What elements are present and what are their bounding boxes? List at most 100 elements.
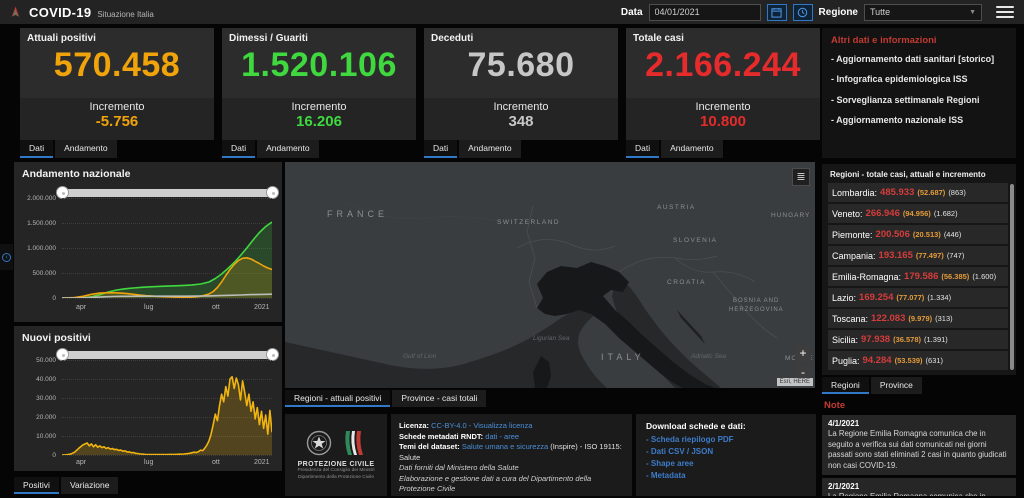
region-name: Sicilia: [832,335,858,345]
card-value: 2.166.244 [626,46,820,85]
y-tick: 1.500.000 [14,220,56,227]
italy-map[interactable]: FRANCE SWITZERLAND AUSTRIA SLOVENIA HUNG… [285,162,815,388]
region-select[interactable]: Tutte ▼ [864,4,982,21]
region-row-sicilia[interactable]: Sicilia: 97.938 (36.578) (1.391) [828,330,1008,349]
region-row-toscana[interactable]: Toscana: 122.083 (9.979) (313) [828,309,1008,328]
notes-title: Note [824,400,1016,411]
note-item: 4/1/2021 La Regione Emilia Romagna comun… [822,415,1016,475]
link-shape-aree[interactable]: - Shape aree [646,458,806,470]
protezione-civile-flame-icon [340,429,366,457]
regions-title: Regioni - totale casi, attuali e increme… [830,170,1008,179]
region-row-puglia[interactable]: Puglia: 94.284 (53.539) (631) [828,351,1008,370]
top-bar-controls: Data Regione Tutte ▼ [621,4,1014,21]
tab-regioni-attuali-positivi[interactable]: Regioni - attuali positivi [285,390,390,407]
tab-andamento[interactable]: Andamento [55,140,116,158]
nuovi-positivi-chart-canvas[interactable] [62,360,272,455]
card-dimessi-guariti: Dimessi / Guariti 1.520.106 Incremento 1… [222,28,416,140]
tab-dati[interactable]: Dati [20,140,53,158]
tab-andamento[interactable]: Andamento [257,140,318,158]
link-sorveglianza-regioni[interactable]: - Sorveglianza settimanale Regioni [831,95,1007,106]
themes-label: Temi del dataset: [399,442,460,451]
link-scheda-riepilogo-pdf[interactable]: - Scheda riepilogo PDF [646,434,806,446]
tab-variazione[interactable]: Variazione [61,477,119,494]
link-aggiornamento-dati-sanitari[interactable]: - Aggiornamento dati sanitari [storico] [831,54,1007,65]
tab-andamento[interactable]: Andamento [661,140,722,158]
region-increment: (747) [947,251,965,260]
region-row-emilia-romagna[interactable]: Emilia-Romagna: 179.586 (56.385) (1.600) [828,267,1008,286]
notes-panel: Note 4/1/2021 La Regione Emilia Romagna … [822,398,1016,496]
map-label-adriatic-sea: Adriatic Sea [690,353,726,360]
andamento-chart-canvas[interactable] [62,198,272,298]
app-title: COVID-19 [29,5,91,20]
tab-andamento[interactable]: Andamento [459,140,520,158]
tab-province-casi-totali[interactable]: Province - casi totali [392,390,486,407]
region-row-campania[interactable]: Campania: 193.165 (77.497) (747) [828,246,1008,265]
altri-dati-panel: Altri dati e informazioni - Aggiornament… [822,28,1016,158]
y-tick: 0 [14,452,56,459]
tab-province[interactable]: Province [871,377,922,394]
gridline [62,455,272,456]
map-label-slovenia: SLOVENIA [673,237,718,244]
region-increment: (313) [935,314,953,323]
tab-dati[interactable]: Dati [626,140,659,158]
region-row-piemonte[interactable]: Piemonte: 200.506 (20.513) (446) [828,225,1008,244]
card-attuali-positivi: Attuali positivi 570.458 Incremento -5.7… [20,28,214,140]
metadata-links[interactable]: dati - aree [485,432,519,441]
region-active: (36.578) [893,335,921,344]
x-tick: lug [144,304,153,311]
time-range-slider[interactable] [62,351,272,359]
nuovi-positivi-tabs: Positivi Variazione [14,477,118,494]
themes-line: Temi del dataset: Salute umana e sicurez… [399,442,624,463]
map-zoom-in-button[interactable]: + [795,346,811,362]
tab-positivi[interactable]: Positivi [14,477,59,494]
regions-panel: Regioni - totale casi, attuali e increme… [822,164,1016,375]
date-input[interactable] [649,4,761,21]
x-tick: lug [144,459,153,466]
increment-label: Incremento [20,101,214,113]
x-tick: 2021 [254,459,270,466]
menu-button[interactable] [996,6,1014,18]
tab-dati[interactable]: Dati [222,140,255,158]
map-legend-button[interactable]: ≣ [792,168,810,186]
region-label: Regione [819,7,858,18]
card-increment: Incremento -5.756 [20,98,214,140]
x-tick: apr [76,304,86,311]
time-range-slider[interactable] [62,189,272,197]
region-active: (53.539) [895,356,923,365]
link-dati-csv-json[interactable]: - Dati CSV / JSON [646,446,806,458]
y-tick: 50.000 [14,357,56,364]
tab-regioni[interactable]: Regioni [822,377,869,394]
calendar-button[interactable] [767,4,787,21]
region-name: Lazio: [832,293,856,303]
map-canvas: FRANCE SWITZERLAND AUSTRIA SLOVENIA HUNG… [285,162,815,388]
card-increment: Incremento 10.800 [626,98,820,140]
themes-link[interactable]: Salute umana e sicurezza [462,442,548,451]
regions-scrollbar[interactable] [1010,184,1014,370]
link-metadata[interactable]: - Metadata [646,470,806,482]
increment-value: -5.756 [20,113,214,130]
card-value: 1.520.106 [222,46,416,85]
region-row-lazio[interactable]: Lazio: 169.254 (77.077) (1.334) [828,288,1008,307]
download-title: Download schede e dati: [646,421,806,431]
map-label-bosnia-2: HERZEGOVINA [729,307,784,313]
card-tabs-deceduti: Dati Andamento [424,140,521,158]
left-panel-expander[interactable]: ‹ [0,244,13,270]
y-tick: 500.000 [14,270,56,277]
time-button[interactable] [793,4,813,21]
region-total: 193.165 [879,250,913,261]
link-infografica-iss[interactable]: - Infografica epidemiologica ISS [831,74,1007,85]
region-name: Campania: [832,251,876,261]
link-aggiornamento-nazionale-iss[interactable]: - Aggiornamento nazionale ISS [831,115,1007,126]
region-row-veneto[interactable]: Veneto: 266.946 (94.956) (1.682) [828,204,1008,223]
region-total: 169.254 [859,292,893,303]
tab-dati[interactable]: Dati [424,140,457,158]
map-label-switzerland: SWITZERLAND [497,219,560,226]
license-link[interactable]: CC-BY-4.0 - Visualizza licenza [431,421,532,430]
region-active: (94.956) [903,209,931,218]
andamento-nazionale-panel: Andamento nazionale 2.000.000 1.500.000 … [14,162,282,322]
note-text: La Regione Emilia Romagna comunica che i… [828,429,1010,471]
footer-logo-panel: PROTEZIONE CIVILE Presidenza del Consigl… [285,414,387,496]
region-active: (77.497) [916,251,944,260]
source-line-1: Dati forniti dal Ministero della Salute [399,463,624,474]
region-row-lombardia[interactable]: Lombardia: 485.933 (52.687) (863) [828,183,1008,202]
